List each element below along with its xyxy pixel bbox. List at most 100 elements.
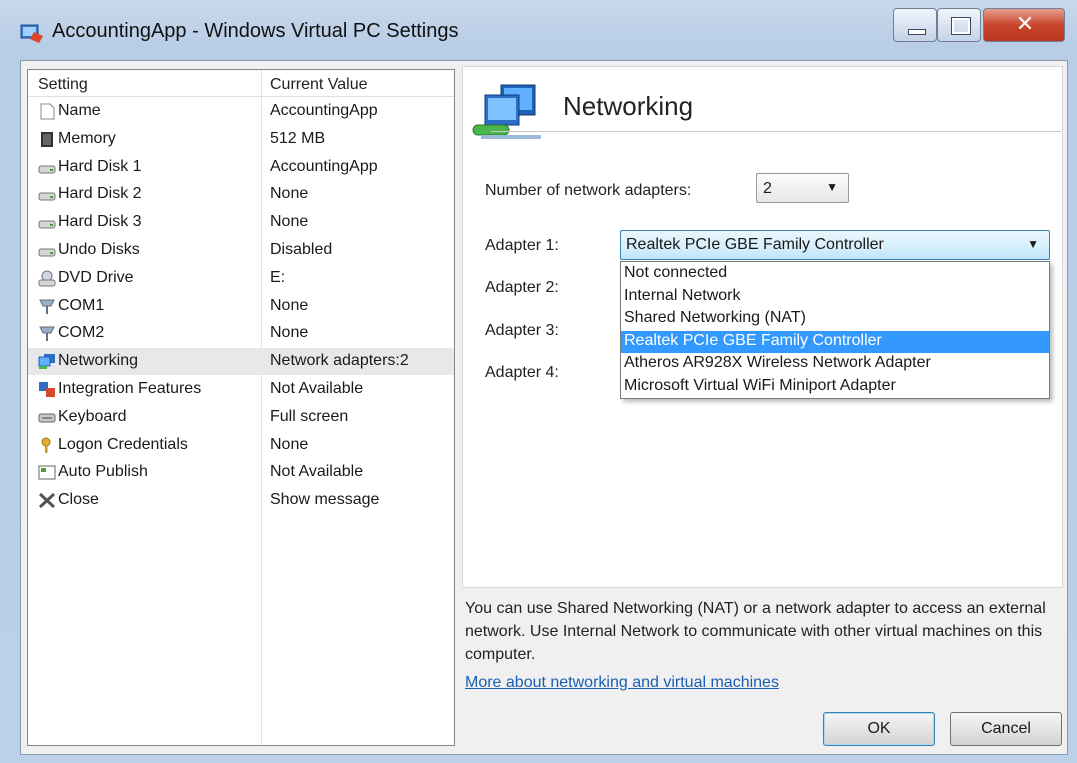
dropdown-option[interactable]: Not connected: [621, 263, 1049, 285]
networking-icon: [472, 84, 541, 139]
networking-panel: Networking Number of network adapters: 2…: [462, 66, 1063, 588]
integration-icon: [38, 381, 56, 398]
settings-row-undo-disks[interactable]: Undo Disks Disabled: [28, 237, 454, 264]
dropdown-option[interactable]: Microsoft Virtual WiFi Miniport Adapter: [621, 376, 1049, 398]
column-header-current-value[interactable]: Current Value: [270, 76, 368, 94]
hard-disk-icon: [38, 186, 56, 203]
setting-value: None: [270, 324, 309, 342]
close-x-icon: [38, 492, 56, 509]
hard-disk-icon: [38, 214, 56, 231]
adapter-3-label: Adapter 3:: [485, 322, 559, 339]
setting-name: Hard Disk 2: [58, 185, 142, 203]
settings-window: AccountingApp - Windows Virtual PC Setti…: [0, 0, 1077, 763]
window-title: AccountingApp - Windows Virtual PC Setti…: [52, 20, 459, 42]
setting-name: COM2: [58, 324, 105, 342]
setting-name: Hard Disk 1: [58, 157, 142, 175]
setting-name: Auto Publish: [58, 463, 148, 481]
adapter-1-dropdown-list[interactable]: Not connected Internal Network Shared Netw…: [620, 261, 1050, 399]
setting-name: Hard Disk 3: [58, 213, 142, 231]
hard-disk-icon: [38, 242, 56, 259]
setting-name: Undo Disks: [58, 241, 140, 258]
adapter-1-select[interactable]: Realtek PCIe GBE Family Controller ▼: [620, 230, 1050, 260]
dropdown-option[interactable]: Realtek PCIe GBE Family Controller: [621, 330, 1049, 353]
setting-name: COM1: [58, 296, 105, 314]
setting-value: E:: [270, 268, 286, 286]
serial-port-icon: [38, 298, 56, 315]
settings-row-com1[interactable]: COM1 None: [28, 293, 454, 320]
adapter-4-label: Adapter 4:: [485, 364, 559, 381]
setting-value: Full screen: [270, 407, 349, 425]
setting-value: None: [270, 213, 309, 231]
setting-name: DVD Drive: [58, 268, 134, 286]
adapter-1-label: Adapter 1:: [485, 237, 559, 254]
keyboard-icon: [38, 409, 56, 426]
settings-row-networking[interactable]: Networking Network adapters:2: [28, 348, 454, 376]
document-icon: [38, 103, 56, 120]
settings-row-name[interactable]: Name AccountingApp: [28, 98, 454, 125]
setting-value: Not Available: [270, 463, 364, 481]
settings-row-hard-disk-1[interactable]: Hard Disk 1 AccountingApp: [28, 154, 454, 181]
list-header: Setting Current Value: [28, 70, 454, 97]
setting-value: Not Available: [270, 380, 364, 397]
settings-row-logon-credentials[interactable]: Logon Credentials None: [28, 432, 454, 459]
setting-name: Logon Credentials: [58, 435, 188, 453]
networking-description: You can use Shared Networking (NAT) or a…: [465, 600, 1046, 663]
more-about-networking-link[interactable]: More about networking and virtual machin…: [465, 674, 779, 692]
num-adapters-select[interactable]: 2 ▼: [756, 173, 849, 203]
ok-button[interactable]: OK: [823, 712, 935, 746]
num-adapters-value: 2: [763, 180, 772, 197]
setting-name: Networking: [58, 352, 139, 370]
adapter-1-value: Realtek PCIe GBE Family Controller: [626, 236, 884, 253]
settings-row-dvd-drive[interactable]: DVD Drive E:: [28, 265, 454, 292]
settings-row-com2[interactable]: COM2 None: [28, 320, 454, 347]
dropdown-option[interactable]: Internal Network: [621, 286, 1049, 308]
adapter-2-label: Adapter 2:: [485, 279, 559, 296]
dvd-drive-icon: [38, 270, 56, 287]
settings-row-hard-disk-2[interactable]: Hard Disk 2 None: [28, 181, 454, 208]
setting-name: Memory: [58, 129, 116, 147]
setting-name: Close: [58, 491, 99, 509]
settings-row-keyboard[interactable]: Keyboard Full screen: [28, 404, 454, 431]
maximize-icon: [951, 17, 971, 35]
maximize-button[interactable]: [937, 8, 981, 42]
settings-row-auto-publish[interactable]: Auto Publish Not Available: [28, 459, 454, 486]
title-divider: [491, 131, 1061, 132]
num-adapters-label: Number of network adapters:: [485, 182, 692, 199]
serial-port-icon: [38, 325, 56, 342]
setting-value: Disabled: [270, 241, 333, 258]
setting-name: Keyboard: [58, 407, 127, 425]
close-button[interactable]: ✕: [983, 8, 1065, 42]
close-icon: ✕: [1015, 11, 1035, 36]
dropdown-option-label: Internal Network: [624, 286, 741, 304]
dropdown-option-label: Microsoft Virtual WiFi Miniport Adapter: [624, 376, 896, 394]
setting-value: None: [270, 185, 309, 203]
settings-list[interactable]: Setting Current Value Name AccountingApp M…: [27, 69, 455, 746]
networking-icon: [38, 353, 56, 370]
title-bar[interactable]: AccountingApp - Windows Virtual PC Setti…: [0, 0, 1077, 60]
setting-value: AccountingApp: [270, 102, 378, 119]
cancel-button[interactable]: Cancel: [950, 712, 1062, 746]
settings-row-memory[interactable]: Memory 512 MB: [28, 126, 454, 153]
auto-publish-icon: [38, 464, 56, 481]
dialog-client: Setting Current Value Name AccountingApp M…: [20, 60, 1068, 755]
dropdown-option-label: Not connected: [624, 264, 728, 281]
chevron-down-icon: ▼: [1027, 237, 1039, 251]
setting-value: None: [270, 435, 309, 453]
settings-row-integration-features[interactable]: Integration Features Not Available: [28, 376, 454, 403]
setting-name: Integration Features: [58, 380, 202, 397]
dropdown-option[interactable]: Atheros AR928X Wireless Network Adapter: [621, 353, 1049, 375]
minimize-icon: [908, 29, 926, 35]
dropdown-option-label: Atheros AR928X Wireless Network Adapter: [624, 354, 931, 371]
chevron-down-icon: ▼: [826, 180, 838, 194]
dropdown-option[interactable]: Shared Networking (NAT): [621, 308, 1049, 330]
minimize-button[interactable]: [893, 8, 937, 42]
settings-row-hard-disk-3[interactable]: Hard Disk 3 None: [28, 209, 454, 236]
panel-title: Networking: [563, 91, 694, 121]
settings-row-close[interactable]: Close Show message: [28, 487, 454, 514]
virtual-pc-icon: [20, 24, 43, 43]
dropdown-option-label: Realtek PCIe GBE Family Controller: [624, 331, 882, 349]
column-header-setting[interactable]: Setting: [38, 76, 88, 94]
setting-name: Name: [58, 102, 101, 119]
setting-value: Show message: [270, 491, 380, 509]
hard-disk-icon: [38, 159, 56, 176]
